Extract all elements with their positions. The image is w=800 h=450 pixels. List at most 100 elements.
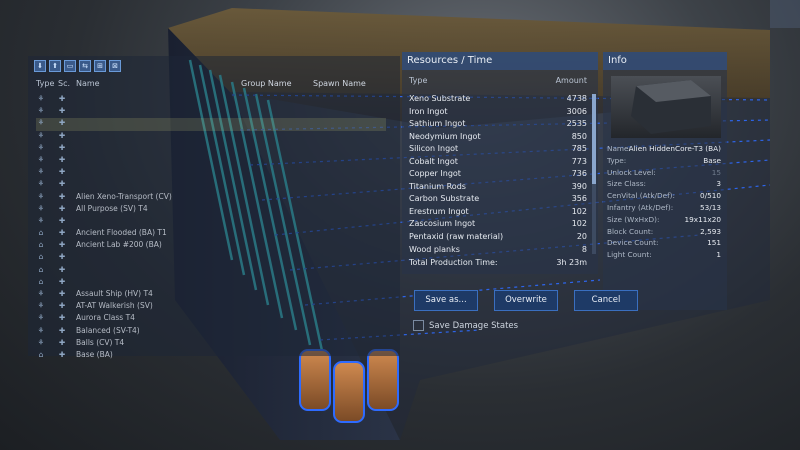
swap-icon[interactable]: ⇆ (79, 60, 91, 72)
info-row: Unlock Level: 15 (607, 168, 721, 180)
type-icon: ⌂ (38, 240, 44, 250)
column-group-name[interactable]: Group Name (241, 79, 292, 88)
cancel-button[interactable]: Cancel (574, 290, 638, 311)
list-item[interactable]: ⌂ ✚ (36, 277, 386, 289)
overwrite-button[interactable]: Overwrite (494, 290, 558, 311)
info-row: Infantry (Atk/Def): 53/13 (607, 203, 721, 215)
type-icon: ⚘ (37, 118, 45, 128)
list-item[interactable]: ⚘ ✚ (36, 94, 386, 106)
grid-icon[interactable]: ⊞ (94, 60, 106, 72)
list-item[interactable]: ⚘ ✚ (36, 179, 386, 191)
type-icon: ⚘ (37, 313, 45, 323)
info-value: 15 (711, 167, 721, 177)
list-item[interactable]: ⌂ ✚ Ancient Lab #200 (BA) (36, 240, 386, 252)
list-item[interactable]: ⚘ ✚ All Purpose (SV) T4 (36, 204, 386, 216)
corner-close-button[interactable] (770, 0, 800, 28)
list-item[interactable]: ⌂ ✚ (36, 252, 386, 264)
list-item[interactable]: ⌂ ✚ Ancient Flooded (BA) T1 (36, 228, 386, 240)
resource-name: Zascosium Ingot (409, 219, 476, 229)
save-as-button[interactable]: Save as... (414, 290, 478, 311)
scale-icon: ✚ (58, 276, 66, 286)
resources-col-amount: Amount (555, 76, 587, 85)
scale-icon: ✚ (58, 154, 66, 164)
blueprint-name: Alien Xeno-Transport (CV) (76, 191, 172, 201)
info-row: Light Count: 1 (607, 250, 721, 262)
scale-icon: ✚ (58, 264, 66, 274)
list-item[interactable]: ⚘ ✚ Alien Xeno-Transport (CV) (36, 192, 386, 204)
scale-icon: ✚ (58, 167, 66, 177)
resource-row: Zascosium Ingot 102 (409, 219, 587, 232)
list-item[interactable]: ⚘ ✚ Aurora Class T4 (36, 313, 386, 325)
scale-icon: ✚ (58, 228, 66, 238)
resources-col-type: Type (409, 76, 428, 85)
list-item[interactable]: ⌂ ✚ Base (BA) (36, 350, 386, 362)
type-icon: ⚘ (37, 215, 45, 225)
info-label: Size Class: (607, 179, 646, 189)
list-item[interactable]: ⚘ ✚ (36, 143, 386, 155)
resource-row: Iron Ingot 3006 (409, 107, 587, 120)
type-icon: ⚘ (37, 289, 45, 298)
resource-name: Erestrum Ingot (409, 206, 469, 216)
list-item[interactable]: ⚘ ✚ Assault Ship (HV) T4 (36, 289, 386, 301)
scale-icon: ✚ (58, 106, 66, 116)
resource-name: Silicon Ingot (409, 144, 459, 154)
list-item[interactable]: ⚘ ✚ (36, 118, 386, 131)
resource-name: Xeno Substrate (409, 94, 471, 103)
blueprint-name: AT-AT Walkerish (SV) (76, 301, 153, 311)
resource-name: Carbon Substrate (409, 194, 480, 204)
save-damage-states-checkbox[interactable]: Save Damage States (413, 320, 518, 331)
filter-icon[interactable]: ⊠ (109, 60, 121, 72)
resources-title: Resources / Time (402, 52, 598, 70)
column-name[interactable]: Name (76, 79, 100, 88)
list-item[interactable]: ⌂ ✚ (36, 265, 386, 277)
checkbox-label: Save Damage States (429, 321, 519, 331)
blueprint-name: Assault Ship (HV) T4 (76, 289, 153, 298)
scale-icon: ✚ (58, 252, 66, 262)
info-value: 3 (716, 179, 721, 189)
checkbox-box[interactable] (413, 320, 424, 331)
list-item[interactable]: ⚘ ✚ Balls (CV) T4 (36, 338, 386, 350)
list-item[interactable]: ⚘ ✚ (36, 167, 386, 179)
list-item[interactable]: ⚘ ✚ (36, 155, 386, 167)
info-row: Name: Alien HiddenCore-T3 (BA) (607, 144, 721, 156)
list-item[interactable]: ⚘ ✚ (36, 131, 386, 143)
scale-icon: ✚ (58, 118, 66, 128)
view-icon[interactable]: ▭ (64, 60, 76, 72)
resource-row: Pentaxid (raw material) 20 (409, 232, 587, 245)
resource-amount: 356 (571, 194, 587, 204)
column-spawn-name[interactable]: Spawn Name (313, 79, 366, 88)
scale-icon: ✚ (58, 240, 66, 250)
resource-name: Sathium Ingot (409, 119, 466, 129)
sort-down-icon[interactable]: ⬇ (34, 60, 46, 72)
resources-scrollbar[interactable] (592, 94, 596, 254)
info-label: Infantry (Atk/Def): (607, 202, 674, 212)
scale-icon: ✚ (58, 142, 66, 152)
blueprint-name: Base (BA) (76, 349, 113, 359)
column-sc[interactable]: Sc. (58, 79, 70, 88)
list-item[interactable]: ⚘ ✚ (36, 216, 386, 228)
resource-amount: 8 (581, 244, 587, 254)
scale-icon: ✚ (58, 349, 66, 359)
type-icon: ⌂ (38, 264, 44, 274)
resource-row: Silicon Ingot 785 (409, 144, 587, 157)
type-icon: ⚘ (37, 301, 45, 311)
column-type[interactable]: Type (36, 79, 54, 88)
resource-amount: 850 (571, 131, 587, 141)
blueprint-name: Balanced (SV-T4) (76, 325, 140, 335)
info-panel: Info Name: Alien HiddenCore-T3 (BA) Type: B… (603, 52, 727, 310)
total-production-time: Total Production Time: 3h 23m (409, 258, 587, 267)
resource-row: Xeno Substrate 4738 (409, 94, 587, 107)
info-label: Unlock Level: (607, 167, 656, 177)
sort-up-icon[interactable]: ⬆ (49, 60, 61, 72)
resource-row: Cobalt Ingot 773 (409, 157, 587, 170)
resource-name: Wood planks (409, 244, 460, 254)
list-item[interactable]: ⚘ ✚ Balanced (SV-T4) (36, 326, 386, 338)
resource-amount: 102 (571, 219, 587, 229)
list-item[interactable]: ⚘ ✚ (36, 106, 386, 118)
info-row: Size Class: 3 (607, 179, 721, 191)
info-label: Block Count: (607, 226, 654, 236)
info-label: Size (WxHxD): (607, 214, 660, 224)
resource-amount: 773 (571, 156, 587, 166)
info-row: Type: Base (607, 156, 721, 168)
list-item[interactable]: ⚘ ✚ AT-AT Walkerish (SV) (36, 301, 386, 313)
